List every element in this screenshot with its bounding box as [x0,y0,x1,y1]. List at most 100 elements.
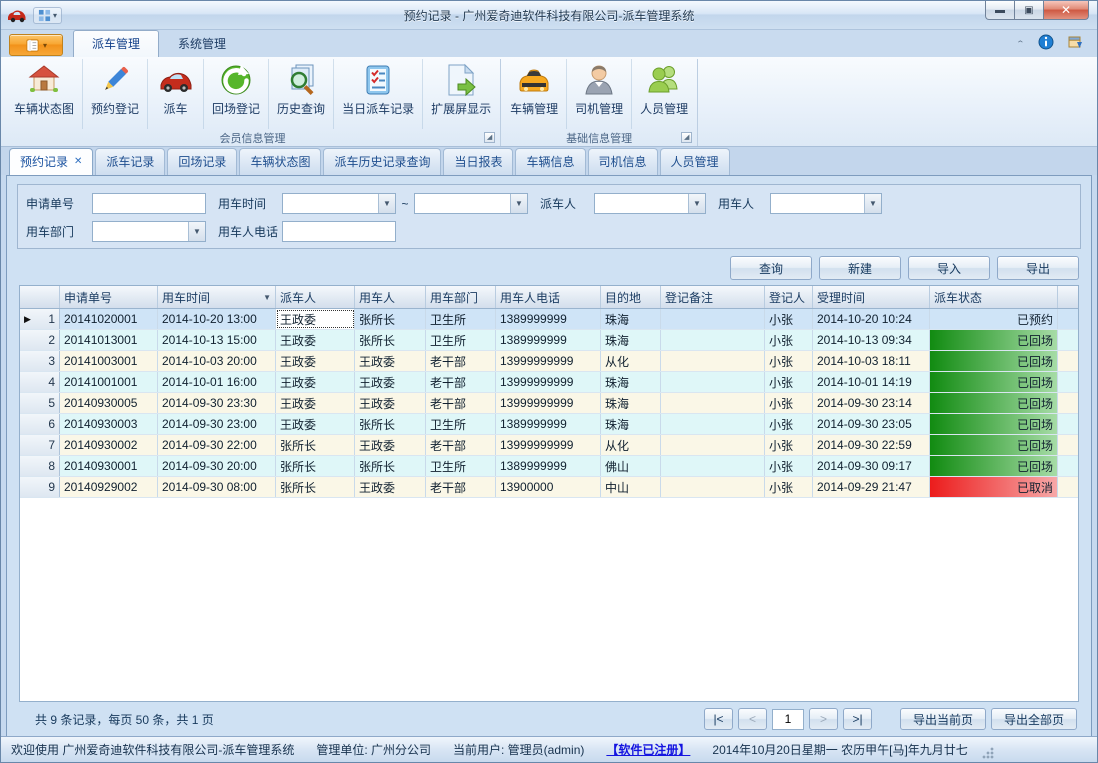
status-cell[interactable]: 已回场 [930,393,1058,413]
status-cell[interactable]: 已预约 [930,309,1058,329]
table-cell-registrar[interactable]: 小张 [765,330,813,350]
minimize-button[interactable]: ▬ [985,1,1015,20]
column-header[interactable]: 用车人电话 [496,286,601,308]
ribbon-button-checklist[interactable]: 当日派车记录 [334,59,423,129]
row-selector-cell[interactable]: 2 [20,330,60,350]
table-cell-dispatcher[interactable]: 王政委 [276,330,355,350]
table-cell-registrar[interactable]: 小张 [765,351,813,371]
quick-access-toolbar-button[interactable]: ▾ [33,7,62,24]
last-page-button[interactable]: >| [843,708,872,730]
table-cell-phone[interactable]: 13900000 [496,477,601,497]
status-cell[interactable]: 已回场 [930,351,1058,371]
table-cell-dest[interactable]: 珠海 [601,393,661,413]
collapse-ribbon-icon[interactable]: ⌃ [1016,39,1024,48]
ribbon-tab[interactable]: 系统管理 [159,30,245,57]
table-cell-dest[interactable]: 从化 [601,435,661,455]
table-cell-accept_time[interactable]: 2014-09-30 22:59 [813,435,930,455]
row-selector-cell[interactable]: 7 [20,435,60,455]
table-cell-dest[interactable]: 珠海 [601,330,661,350]
table-cell-phone[interactable]: 13999999999 [496,372,601,392]
table-cell-remark[interactable] [661,435,765,455]
table-cell-dispatcher[interactable]: 王政委 [276,309,355,329]
table-cell-dispatcher[interactable]: 王政委 [276,414,355,434]
doc-tab[interactable]: 派车记录 [95,148,165,175]
table-cell-accept_time[interactable]: 2014-09-30 23:14 [813,393,930,413]
prev-page-button[interactable]: < [738,708,767,730]
application-menu-button[interactable]: ▾ [9,34,63,56]
table-cell-dest[interactable]: 佛山 [601,456,661,476]
table-cell-remark[interactable] [661,351,765,371]
table-cell-remark[interactable] [661,456,765,476]
table-cell-dest[interactable]: 珠海 [601,414,661,434]
table-cell-user[interactable]: 王政委 [355,372,426,392]
table-cell-apply_no[interactable]: 20141013001 [60,330,158,350]
table-cell-accept_time[interactable]: 2014-09-30 09:17 [813,456,930,476]
license-registered-link[interactable]: 【软件已注册】 [606,741,690,758]
table-cell-apply_no[interactable]: 20140929002 [60,477,158,497]
dept-select[interactable]: ▼ [92,221,206,242]
status-cell[interactable]: 已回场 [930,456,1058,476]
table-cell-remark[interactable] [661,309,765,329]
column-header[interactable]: 用车人 [355,286,426,308]
doc-tab[interactable]: 司机信息 [588,148,658,175]
table-cell-dept[interactable]: 老干部 [426,477,496,497]
column-header[interactable]: 目的地 [601,286,661,308]
row-selector-cell[interactable]: 8 [20,456,60,476]
column-header[interactable]: 受理时间 [813,286,930,308]
table-cell-user[interactable]: 张所长 [355,330,426,350]
table-cell-user[interactable]: 王政委 [355,477,426,497]
column-header[interactable]: 用车时间▼ [158,286,276,308]
table-cell-dest[interactable]: 珠海 [601,372,661,392]
table-row[interactable]: 3201410030012014-10-03 20:00王政委王政委老干部139… [20,351,1078,372]
table-cell-use_time[interactable]: 2014-09-30 08:00 [158,477,276,497]
column-header[interactable]: 登记备注 [661,286,765,308]
table-cell-dispatcher[interactable]: 张所长 [276,435,355,455]
table-cell-dest[interactable]: 从化 [601,351,661,371]
table-cell-user[interactable]: 张所长 [355,456,426,476]
table-cell-user[interactable]: 王政委 [355,435,426,455]
table-cell-use_time[interactable]: 2014-09-30 22:00 [158,435,276,455]
dialog-launcher-icon[interactable]: ◢ [681,132,692,143]
table-cell-phone[interactable]: 13999999999 [496,435,601,455]
switch-window-icon[interactable] [1068,35,1085,53]
table-cell-user[interactable]: 张所长 [355,309,426,329]
table-cell-use_time[interactable]: 2014-09-30 23:30 [158,393,276,413]
dispatcher-select[interactable]: ▼ [594,193,706,214]
status-cell[interactable]: 已回场 [930,414,1058,434]
chevron-down-icon[interactable]: ▼ [188,222,205,241]
table-row[interactable]: 7201409300022014-09-30 22:00张所长王政委老干部139… [20,435,1078,456]
row-selector-cell[interactable]: 3 [20,351,60,371]
table-row[interactable]: 6201409300032014-09-30 23:00王政委张所长卫生所138… [20,414,1078,435]
ribbon-button-driver[interactable]: 司机管理 [567,59,632,129]
table-cell-registrar[interactable]: 小张 [765,456,813,476]
table-cell-accept_time[interactable]: 2014-10-01 14:19 [813,372,930,392]
next-page-button[interactable]: > [809,708,838,730]
chevron-down-icon[interactable]: ▼ [864,194,881,213]
column-header[interactable]: 申请单号 [60,286,158,308]
close-button[interactable]: ✕ [1043,1,1089,20]
table-cell-use_time[interactable]: 2014-10-01 16:00 [158,372,276,392]
table-cell-apply_no[interactable]: 20141001001 [60,372,158,392]
table-cell-phone[interactable]: 13999999999 [496,351,601,371]
doc-tab[interactable]: 人员管理 [660,148,730,175]
table-cell-accept_time[interactable]: 2014-10-03 18:11 [813,351,930,371]
table-cell-dispatcher[interactable]: 王政委 [276,393,355,413]
table-row[interactable]: 4201410010012014-10-01 16:00王政委王政委老干部139… [20,372,1078,393]
table-cell-remark[interactable] [661,393,765,413]
table-cell-apply_no[interactable]: 20141003001 [60,351,158,371]
table-row[interactable]: 2201410130012014-10-13 15:00王政委张所长卫生所138… [20,330,1078,351]
column-header[interactable]: 用车部门 [426,286,496,308]
ribbon-button-screendoc[interactable]: 扩展屏显示 [423,59,499,129]
table-cell-dept[interactable]: 老干部 [426,351,496,371]
doc-tab[interactable]: 回场记录 [167,148,237,175]
maximize-button[interactable]: ▣ [1015,1,1043,20]
table-cell-dest[interactable]: 中山 [601,477,661,497]
ribbon-button-searchdocs[interactable]: 历史查询 [269,59,334,129]
table-cell-apply_no[interactable]: 20140930001 [60,456,158,476]
chevron-down-icon[interactable]: ▼ [378,194,395,213]
apply-no-input[interactable] [92,193,206,214]
table-cell-dispatcher[interactable]: 张所长 [276,456,355,476]
table-cell-accept_time[interactable]: 2014-09-29 21:47 [813,477,930,497]
table-cell-phone[interactable]: 1389999999 [496,330,601,350]
doc-tab[interactable]: 车辆信息 [515,148,585,175]
